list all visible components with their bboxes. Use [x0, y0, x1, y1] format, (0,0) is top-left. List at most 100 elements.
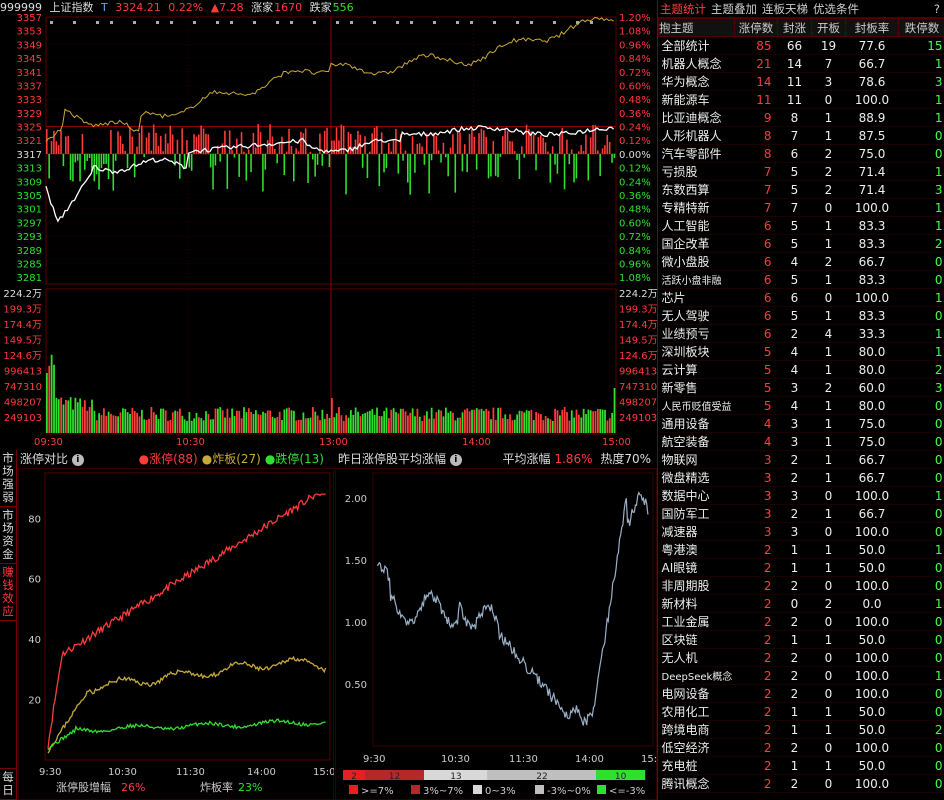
- event-marker[interactable]: [216, 21, 219, 24]
- column-header[interactable]: 开板: [811, 18, 846, 37]
- volume-bar: [440, 410, 443, 433]
- limit-down-count: 2: [898, 360, 944, 379]
- theme-row[interactable]: 人民币贬值受益 5 4 1 80.0 0: [658, 396, 944, 415]
- theme-row[interactable]: 东数西算 7 5 2 71.4 3: [658, 180, 944, 199]
- theme-row[interactable]: 亏损股 7 5 2 71.4 1: [658, 162, 944, 181]
- event-marker[interactable]: [110, 21, 113, 24]
- theme-row[interactable]: 华为概念 14 11 3 78.6 3: [658, 72, 944, 91]
- distribution-count: 2: [351, 772, 357, 782]
- event-marker[interactable]: [493, 21, 496, 24]
- volume-bar: [50, 354, 53, 433]
- event-marker[interactable]: [336, 21, 339, 24]
- theme-row[interactable]: DeepSeek概念 2 2 0 100.0 1: [658, 666, 944, 685]
- event-marker[interactable]: [253, 21, 256, 24]
- theme-row[interactable]: 农用化工 2 1 1 50.0 0: [658, 702, 944, 721]
- event-marker[interactable]: [230, 21, 233, 24]
- theme-row[interactable]: 充电桩 2 1 1 50.0 0: [658, 756, 944, 775]
- theme-row[interactable]: 人形机器人 8 7 1 87.5 0: [658, 126, 944, 145]
- theme-row[interactable]: 电网设备 2 2 0 100.0 0: [658, 684, 944, 703]
- theme-row[interactable]: 芯片 6 6 0 100.0 1: [658, 288, 944, 307]
- event-marker[interactable]: [133, 21, 136, 24]
- theme-row[interactable]: 工业金属 2 2 0 100.0 0: [658, 612, 944, 631]
- event-marker[interactable]: [396, 21, 399, 24]
- theme-row[interactable]: 专精特新 7 7 0 100.0 1: [658, 198, 944, 217]
- info-icon[interactable]: i: [449, 453, 462, 466]
- event-marker[interactable]: [156, 21, 159, 24]
- theme-row[interactable]: 新材料 2 0 2 0.0 1: [658, 594, 944, 613]
- theme-row[interactable]: 粤港澳 2 1 1 50.0 1: [658, 540, 944, 559]
- event-marker[interactable]: [433, 21, 436, 24]
- theme-row[interactable]: 低空经济 2 2 0 100.0 0: [658, 738, 944, 757]
- event-marker[interactable]: [193, 21, 196, 24]
- seal-rate: 71.4: [845, 162, 899, 181]
- column-header[interactable]: 封板率: [845, 18, 899, 37]
- theme-row[interactable]: 无人驾驶 6 5 1 83.3 0: [658, 306, 944, 325]
- theme-row[interactable]: 航空装备 4 3 1 75.0 0: [658, 432, 944, 451]
- event-marker[interactable]: [313, 21, 316, 24]
- theme-row[interactable]: 新能源车 11 11 0 100.0 1: [658, 90, 944, 109]
- info-icon[interactable]: i: [71, 453, 84, 466]
- volume-bar: [65, 399, 67, 433]
- event-marker[interactable]: [516, 21, 519, 24]
- event-marker[interactable]: [350, 21, 353, 24]
- theme-row[interactable]: 国企改革 6 5 1 83.3 2: [658, 234, 944, 253]
- theme-row[interactable]: 腾讯概念 2 2 0 100.0 0: [658, 774, 944, 793]
- theme-row[interactable]: 深圳板块 5 4 1 80.0 1: [658, 342, 944, 361]
- theme-tab[interactable]: 连板天梯: [762, 2, 808, 16]
- column-header[interactable]: 涨停数: [734, 18, 778, 37]
- event-marker[interactable]: [96, 21, 99, 24]
- theme-tab[interactable]: 优选条件: [813, 2, 859, 16]
- ad-bar: [60, 130, 62, 154]
- column-header[interactable]: 封涨: [777, 18, 812, 37]
- theme-row[interactable]: 区块链 2 1 1 50.0 0: [658, 630, 944, 649]
- theme-row[interactable]: 通用设备 4 3 1 75.0 0: [658, 414, 944, 433]
- theme-row[interactable]: 国防军工 3 2 1 66.7 0: [658, 504, 944, 523]
- ad-bar: [338, 140, 340, 154]
- event-marker[interactable]: [50, 21, 53, 24]
- theme-row[interactable]: 人工智能 6 5 1 83.3 1: [658, 216, 944, 235]
- theme-row[interactable]: 比亚迪概念 9 8 1 88.9 1: [658, 108, 944, 127]
- theme-row[interactable]: 微盘精选 3 2 1 66.7 0: [658, 468, 944, 487]
- theme-row[interactable]: 物联网 3 2 1 66.7 0: [658, 450, 944, 469]
- theme-row[interactable]: 无人机 2 2 0 100.0 0: [658, 648, 944, 667]
- event-marker[interactable]: [530, 21, 533, 24]
- theme-row[interactable]: 活跃小盘非融 6 5 1 83.3 0: [658, 270, 944, 289]
- event-marker[interactable]: [276, 21, 279, 24]
- side-tab[interactable]: 赚钱效应: [0, 564, 16, 621]
- event-marker[interactable]: [170, 21, 173, 24]
- event-marker[interactable]: [470, 21, 473, 24]
- ad-bar: [179, 153, 181, 179]
- sealed-count: 2: [777, 666, 812, 685]
- theme-row[interactable]: 业绩预亏 6 2 4 33.3 1: [658, 324, 944, 343]
- intraday-chart[interactable]: 3357 1.20%3353 1.08%3349 0.96%3345 0.84%3341…: [0, 0, 657, 450]
- column-header[interactable]: 跌停数: [898, 18, 944, 37]
- theme-row[interactable]: 微小盘股 6 4 2 66.7 0: [658, 252, 944, 271]
- column-header[interactable]: 抱主题: [658, 18, 735, 37]
- theme-row[interactable]: 新零售 5 3 2 60.0 3: [658, 378, 944, 397]
- event-marker[interactable]: [410, 21, 413, 24]
- event-marker[interactable]: [73, 21, 76, 24]
- theme-row[interactable]: AI眼镜 2 1 1 50.0 0: [658, 558, 944, 577]
- event-marker[interactable]: [373, 21, 376, 24]
- event-marker[interactable]: [290, 21, 293, 24]
- event-marker[interactable]: [590, 21, 593, 24]
- theme-row[interactable]: 全部统计 85 66 19 77.6 15: [658, 36, 944, 55]
- side-tab[interactable]: 市场资金: [0, 507, 16, 564]
- theme-row[interactable]: 非周期股 2 2 0 100.0 0: [658, 576, 944, 595]
- event-marker[interactable]: [553, 21, 556, 24]
- theme-row[interactable]: 跨境电商 2 1 1 50.0 2: [658, 720, 944, 739]
- theme-tab[interactable]: 主题叠加: [711, 2, 757, 16]
- volume-bar: [103, 408, 105, 433]
- theme-row[interactable]: 机器人概念 21 14 7 66.7 1: [658, 54, 944, 73]
- theme-row[interactable]: 云计算 5 4 1 80.0 2: [658, 360, 944, 379]
- side-tab[interactable]: 市场强弱: [0, 450, 16, 507]
- theme-tab[interactable]: 主题统计: [660, 2, 706, 16]
- help-icon[interactable]: ?: [934, 0, 940, 18]
- theme-row[interactable]: 减速器 3 3 0 100.0 0: [658, 522, 944, 541]
- side-tab[interactable]: 每日: [0, 768, 16, 800]
- theme-row[interactable]: 汽车零部件 8 6 2 75.0 0: [658, 144, 944, 163]
- event-marker[interactable]: [576, 21, 579, 24]
- theme-row[interactable]: 数据中心 3 3 0 100.0 1: [658, 486, 944, 505]
- ad-bar: [150, 150, 153, 154]
- event-marker[interactable]: [456, 21, 459, 24]
